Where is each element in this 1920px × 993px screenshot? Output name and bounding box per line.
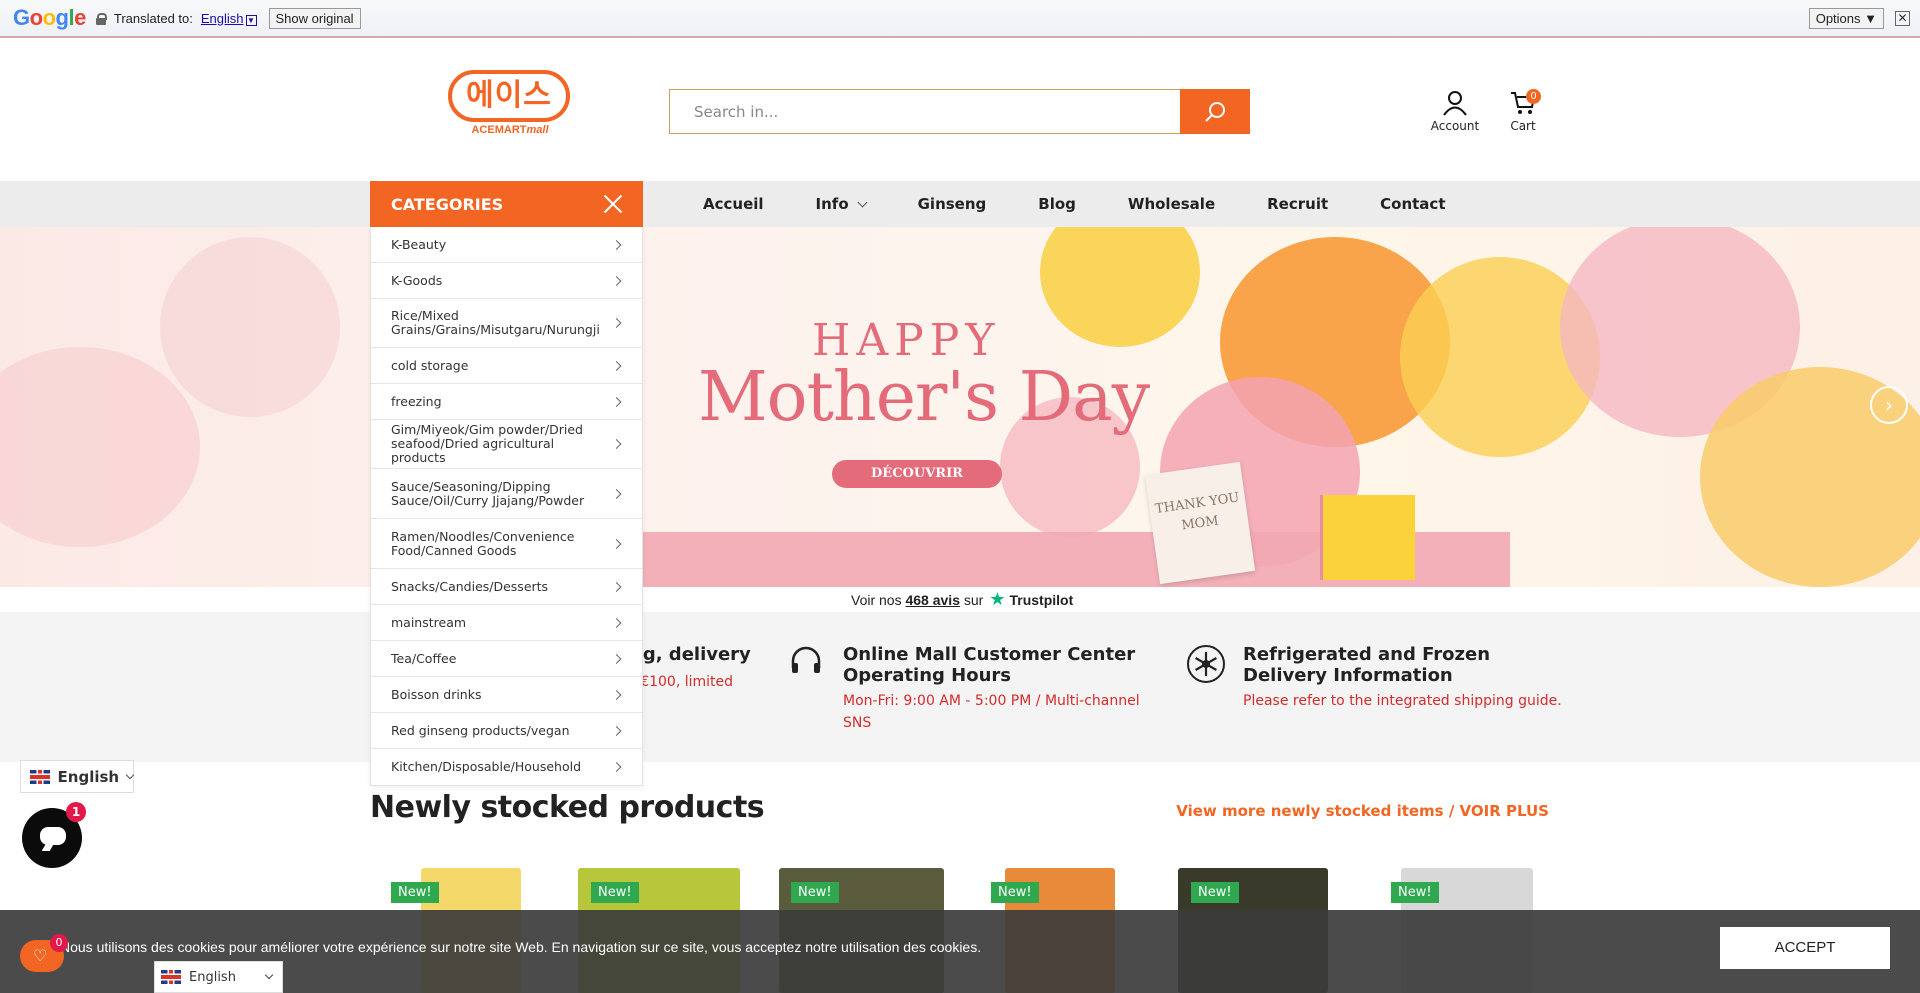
category-item-tea-coffee[interactable]: Tea/Coffee	[371, 641, 642, 677]
review-count-link[interactable]: 468 avis	[905, 592, 960, 608]
new-badge: New!	[391, 882, 439, 903]
categories-label: CATEGORIES	[391, 194, 504, 214]
cart-label: Cart	[1510, 119, 1536, 133]
nav-item-blog[interactable]: Blog	[1038, 195, 1076, 213]
decorative-flower	[1040, 227, 1200, 347]
new-badge: New!	[591, 882, 639, 903]
translate-options-button[interactable]: Options ▼	[1808, 8, 1884, 29]
wishlist-count-badge: 0	[50, 934, 68, 952]
categories-toggle[interactable]: CATEGORIES	[370, 181, 643, 227]
category-item-snacks[interactable]: Snacks/Candies/Desserts	[371, 569, 642, 605]
new-badge: New!	[1391, 882, 1439, 903]
nav-item-info[interactable]: Info	[816, 195, 866, 213]
category-item-freezing[interactable]: freezing	[371, 384, 642, 420]
cart-count-badge: 0	[1526, 89, 1541, 104]
lock-icon	[95, 12, 107, 25]
nav-item-ginseng[interactable]: Ginseng	[918, 195, 987, 213]
new-badge: New!	[1191, 882, 1239, 903]
headphones-icon	[790, 646, 822, 680]
decorative-flower	[0, 347, 200, 547]
close-translate-bar-button[interactable]: ✕	[1895, 11, 1910, 26]
category-item-red-ginseng[interactable]: Red ginseng products/vegan	[371, 713, 642, 749]
new-badge: New!	[791, 882, 839, 903]
chevron-down-icon: ▼	[245, 14, 257, 26]
cookie-message: Nous utilisons des cookies pour améliore…	[60, 939, 982, 955]
hero-discover-button[interactable]: DÉCOUVRIR	[832, 460, 1002, 488]
nav-item-contact[interactable]: Contact	[1380, 195, 1445, 213]
chat-unread-badge: 1	[66, 802, 86, 822]
category-item-rice-grains[interactable]: Rice/Mixed Grains/Grains/Misutgaru/Nurun…	[371, 299, 642, 348]
show-original-button[interactable]: Show original	[268, 7, 361, 29]
snowflake-icon	[1186, 644, 1226, 688]
category-item-kitchen[interactable]: Kitchen/Disposable/Household	[371, 749, 642, 785]
nav-item-recruit[interactable]: Recruit	[1267, 195, 1328, 213]
category-item-k-beauty[interactable]: K-Beauty	[371, 227, 642, 263]
info-item-shipping: ng, delivery r €100, limited	[630, 644, 751, 690]
uk-flag-icon	[161, 970, 181, 984]
cookie-accept-button[interactable]: ACCEPT	[1720, 927, 1890, 969]
logo-korean-text: 에이스	[448, 70, 570, 122]
info-item-refrigerated-delivery: Refrigerated and Frozen Delivery Informa…	[1243, 644, 1562, 709]
category-item-cold-storage[interactable]: cold storage	[371, 348, 642, 384]
category-item-sauce-seasoning[interactable]: Sauce/Seasoning/Dipping Sauce/Oil/Curry …	[371, 469, 642, 519]
nav-item-accueil[interactable]: Accueil	[703, 195, 764, 213]
close-icon[interactable]	[603, 194, 623, 214]
uk-flag-icon	[30, 769, 50, 784]
translated-to-label: Translated to:	[113, 10, 193, 26]
hero-title-mothers-day: Mother's Day	[698, 358, 1150, 437]
cookie-banner: Nous utilisons des cookies pour améliore…	[0, 910, 1920, 993]
gift-box	[1320, 495, 1415, 580]
language-selector-bottom-label: English	[189, 969, 236, 985]
info-strip: ng, delivery r €100, limited Online Mall…	[0, 612, 1920, 762]
search-icon	[1205, 101, 1225, 122]
logo-english-text: ACEMARTmall	[471, 124, 549, 136]
heart-icon: ♡	[33, 946, 48, 965]
language-selector-label: English	[57, 767, 120, 786]
info-item-customer-center: Online Mall Customer Center Operating Ho…	[843, 644, 1140, 731]
trustpilot-star-icon: ★	[989, 589, 1006, 609]
carousel-next-button[interactable]: ›	[1870, 386, 1908, 424]
category-item-mainstream[interactable]: mainstream	[371, 605, 642, 641]
categories-menu: K-Beauty K-Goods Rice/Mixed Grains/Grain…	[370, 227, 643, 786]
nav-item-wholesale[interactable]: Wholesale	[1128, 195, 1215, 213]
category-item-k-goods[interactable]: K-Goods	[371, 263, 642, 299]
trustpilot-widget[interactable]: Voir nos 468 avis sur ★ Trustpilot	[851, 589, 1073, 610]
account-link[interactable]: Account	[1428, 90, 1482, 133]
new-badge: New!	[991, 882, 1039, 903]
category-item-gim-seafood[interactable]: Gim/Miyeok/Gim powder/Dried seafood/Drie…	[371, 420, 642, 469]
section-title: Newly stocked products	[370, 790, 765, 825]
trustpilot-brand: Trustpilot	[1009, 591, 1074, 608]
hero-thank-you-card: THANK YOU MOM	[1144, 461, 1256, 585]
chevron-down-icon	[264, 970, 274, 980]
google-logo: Google	[13, 5, 86, 30]
chat-icon	[40, 827, 66, 845]
language-selector-bottom[interactable]: English	[154, 961, 283, 993]
translate-language-select[interactable]: English ▼	[201, 11, 257, 26]
google-translate-bar: Google Translated to: English ▼ Show orig…	[0, 0, 1920, 38]
category-item-drinks[interactable]: Boisson drinks	[371, 677, 642, 713]
main-nav: Accueil Info Ginseng Blog Wholesale Recr…	[703, 181, 1498, 227]
site-logo[interactable]: 에이스 ACEMARTmall	[448, 70, 572, 142]
user-icon	[1443, 91, 1467, 116]
account-label: Account	[1430, 119, 1480, 133]
decorative-flower	[160, 237, 340, 417]
view-more-link[interactable]: View more newly stocked items / VOIR PLU…	[1176, 802, 1549, 820]
category-item-ramen-noodles[interactable]: Ramen/Noodles/Convenience Food/Canned Go…	[371, 519, 642, 569]
chevron-down-icon	[125, 770, 135, 779]
search-input[interactable]: Search in...	[669, 89, 1181, 134]
search-button[interactable]	[1180, 89, 1250, 134]
language-selector[interactable]: English	[20, 760, 135, 793]
chevron-right-icon: ›	[1885, 393, 1893, 417]
